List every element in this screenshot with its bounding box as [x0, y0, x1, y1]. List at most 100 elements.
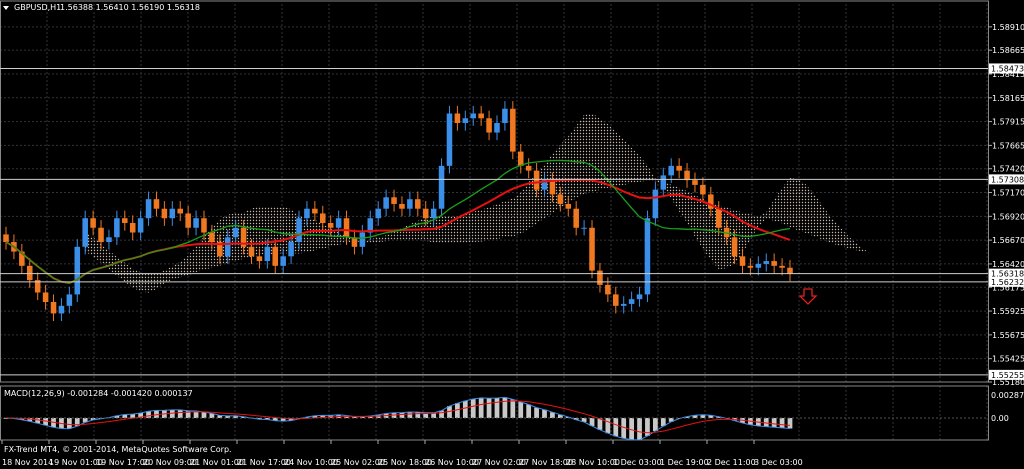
macd-axis-top: 0.002871: [991, 391, 1024, 400]
macd-hist-bar: [637, 418, 642, 440]
candle-body: [644, 218, 651, 295]
candle-body: [327, 222, 334, 228]
candle-body: [573, 208, 579, 228]
time-tick-label: 21 Nov 01:00: [190, 458, 244, 467]
candle-body: [343, 218, 350, 238]
candle-body: [692, 180, 698, 185]
macd-hist-bar: [526, 404, 532, 418]
candle-body: [668, 165, 674, 176]
chart-menu-dropdown-icon[interactable]: [3, 6, 9, 10]
candle-body: [280, 256, 286, 266]
candle-body: [137, 218, 144, 233]
candle-body: [42, 292, 49, 303]
price-chart[interactable]: 1.589101.586651.584151.581651.579151.576…: [0, 0, 1024, 469]
price-tick-label: 1.55425: [992, 355, 1024, 364]
macd-hist-bar: [645, 418, 650, 436]
time-tick-label: 21 Nov 17:00: [237, 458, 291, 467]
candle-body: [422, 208, 429, 219]
candle-body: [161, 208, 168, 219]
candle-body: [446, 113, 453, 166]
macd-hist-bar: [399, 412, 405, 418]
watermark: FX-Trend MT4, © 2001-2014, MetaQuotes So…: [4, 445, 232, 454]
candle-body: [565, 203, 572, 209]
macd-hist-bar: [518, 402, 524, 418]
candle-body: [597, 270, 603, 285]
candle-body: [232, 227, 239, 238]
candle-body: [525, 165, 532, 171]
candle-body: [628, 299, 635, 304]
macd-hist-bar: [652, 418, 658, 431]
macd-hist-bar: [787, 418, 793, 429]
candle-body: [129, 222, 136, 233]
candle-body: [3, 234, 9, 243]
candle-body: [375, 208, 381, 219]
candle-body: [478, 113, 484, 119]
time-tick-label: 1 Dec 03:00: [613, 458, 662, 467]
macd-hist-bar: [542, 409, 547, 418]
macd-hist-bar: [439, 410, 444, 418]
candle-body: [407, 199, 413, 209]
candle-body: [26, 265, 33, 281]
candle-body: [517, 151, 524, 166]
candle-body: [430, 208, 437, 219]
macd-hist-bar: [779, 418, 785, 428]
candle-body: [739, 256, 746, 266]
candle-body: [684, 170, 690, 181]
main-pane-border: [0, 0, 989, 383]
candle-body: [82, 218, 88, 247]
candle-body: [399, 203, 405, 209]
candle-body: [359, 232, 366, 247]
candle-body: [494, 123, 500, 133]
candle-body: [755, 263, 762, 268]
candle-body: [177, 208, 183, 214]
candle-body: [454, 113, 461, 124]
macd-hist-bar: [146, 411, 151, 418]
price-tick-label: 1.58165: [992, 94, 1024, 103]
candle-body: [502, 108, 508, 124]
macd-hist-bar: [462, 400, 468, 418]
candle-body: [319, 213, 326, 223]
candle-body: [272, 246, 279, 266]
candle-body: [248, 246, 255, 257]
price-tick-label: 1.56920: [992, 212, 1024, 221]
price-tick-label: 1.56420: [992, 260, 1024, 269]
time-tick-label: 20 Nov 09:00: [143, 458, 197, 467]
candle-body: [193, 218, 199, 228]
time-tick-label: 19 Nov 01:00: [49, 458, 103, 467]
price-tick-label: 1.55925: [992, 307, 1024, 316]
macd-hist-bar: [470, 398, 476, 418]
macd-hist-bar: [605, 418, 611, 434]
candle-body: [636, 294, 643, 300]
symbol-label: GBPUSD,H1: [14, 3, 61, 12]
candle-body: [652, 189, 659, 219]
price-tick-label: 1.58910: [992, 23, 1024, 32]
candle-body: [383, 197, 389, 209]
candle-body: [256, 256, 263, 262]
candle-body: [145, 199, 152, 219]
price-level-tag-label: 1.55255: [991, 371, 1024, 380]
macd-hist-bar: [534, 407, 539, 418]
price-level-tag-label: 1.57308: [991, 175, 1024, 184]
macd-panel: [0, 396, 988, 441]
time-tick-label: 2 Dec 11:00: [707, 458, 756, 467]
time-tick-label: 19 Nov 17:00: [96, 458, 150, 467]
macd-hist-bar: [771, 418, 777, 428]
time-tick-label: 18 Nov 2014: [2, 458, 53, 467]
macd-hist-bar: [502, 397, 508, 418]
candle-body: [510, 108, 516, 152]
ohlc-label: 1.56388 1.56410 1.56190 1.56318: [60, 3, 200, 12]
price-tick-label: 1.58665: [992, 46, 1024, 55]
time-tick-label: 28 Nov 10:00: [566, 458, 620, 467]
candle-body: [731, 237, 738, 257]
sell-arrow-icon: [798, 288, 818, 305]
candle-body: [613, 294, 619, 306]
macd-hist-bar: [486, 398, 492, 418]
macd-hist-bar: [415, 412, 421, 418]
candle-body: [391, 197, 397, 204]
time-tick-label: 3 Dec 03:00: [754, 458, 803, 467]
candle-body: [169, 208, 176, 219]
candle-body: [74, 246, 81, 295]
time-tick-label: 27 Nov 18:00: [519, 458, 573, 467]
candle-body: [209, 232, 215, 243]
candle-body: [660, 175, 667, 190]
